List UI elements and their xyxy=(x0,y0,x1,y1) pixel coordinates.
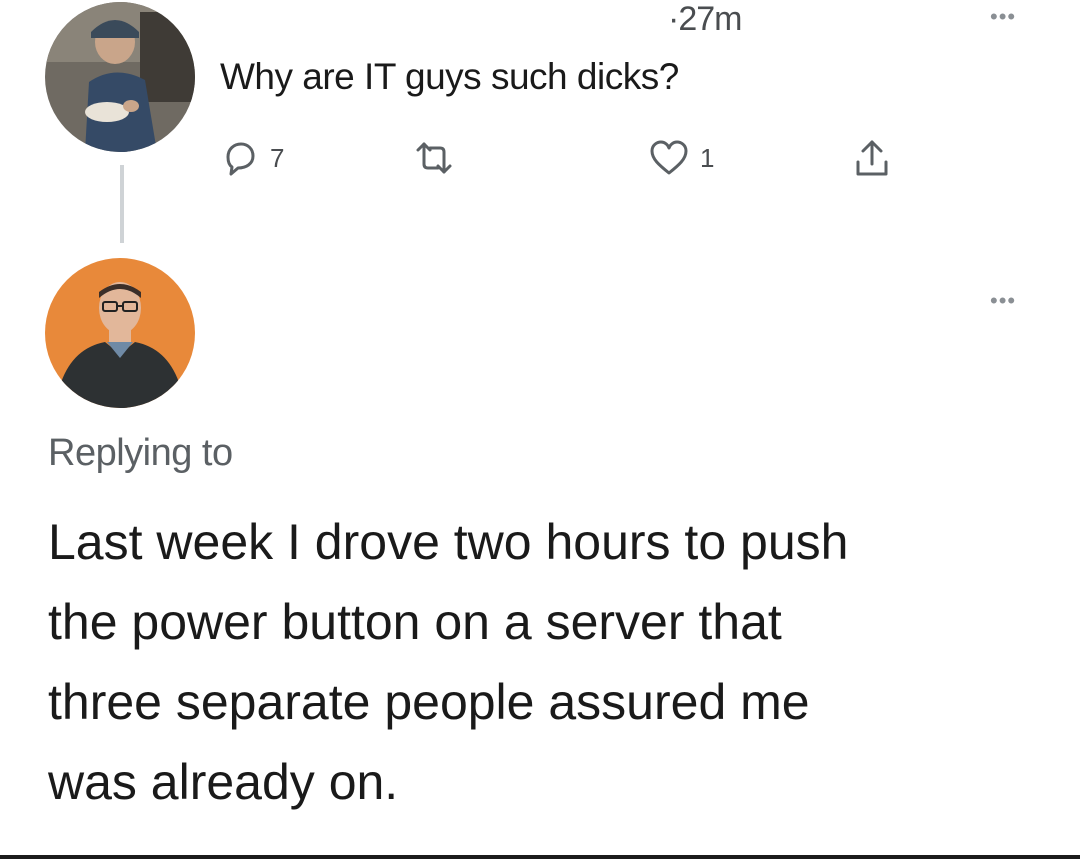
reply-text-line: the power button on a server that xyxy=(48,594,782,650)
reply-icon xyxy=(220,138,260,178)
tweet-timestamp[interactable]: ·27m xyxy=(668,0,742,39)
tweet-text: Why are IT guys such dicks? xyxy=(220,56,679,97)
reply-text-line: was already on. xyxy=(48,754,399,810)
thread-connector-line xyxy=(120,165,124,243)
retweet-button[interactable] xyxy=(412,140,456,176)
reply-count: 7 xyxy=(270,142,285,173)
reply-text-line: three separate people assured me xyxy=(48,674,810,730)
retweet-icon xyxy=(412,140,456,176)
like-count: 1 xyxy=(700,142,715,173)
replying-to-label: Replying to xyxy=(48,432,233,474)
share-button[interactable] xyxy=(852,136,892,180)
avatar-replier[interactable] xyxy=(45,258,195,408)
reply-button[interactable]: 7 xyxy=(220,138,284,178)
heart-icon xyxy=(648,138,690,178)
like-button[interactable]: 1 xyxy=(648,138,714,178)
avatar-original-poster[interactable] xyxy=(45,2,195,152)
share-icon xyxy=(852,136,892,180)
reply-more-options-icon[interactable]: ••• xyxy=(990,290,1016,312)
more-options-icon[interactable]: ••• xyxy=(990,6,1016,28)
reply-text-line: Last week I drove two hours to push xyxy=(48,514,849,570)
reply-text: Last week I drove two hours to push the … xyxy=(48,502,1048,822)
bottom-border xyxy=(0,855,1080,859)
